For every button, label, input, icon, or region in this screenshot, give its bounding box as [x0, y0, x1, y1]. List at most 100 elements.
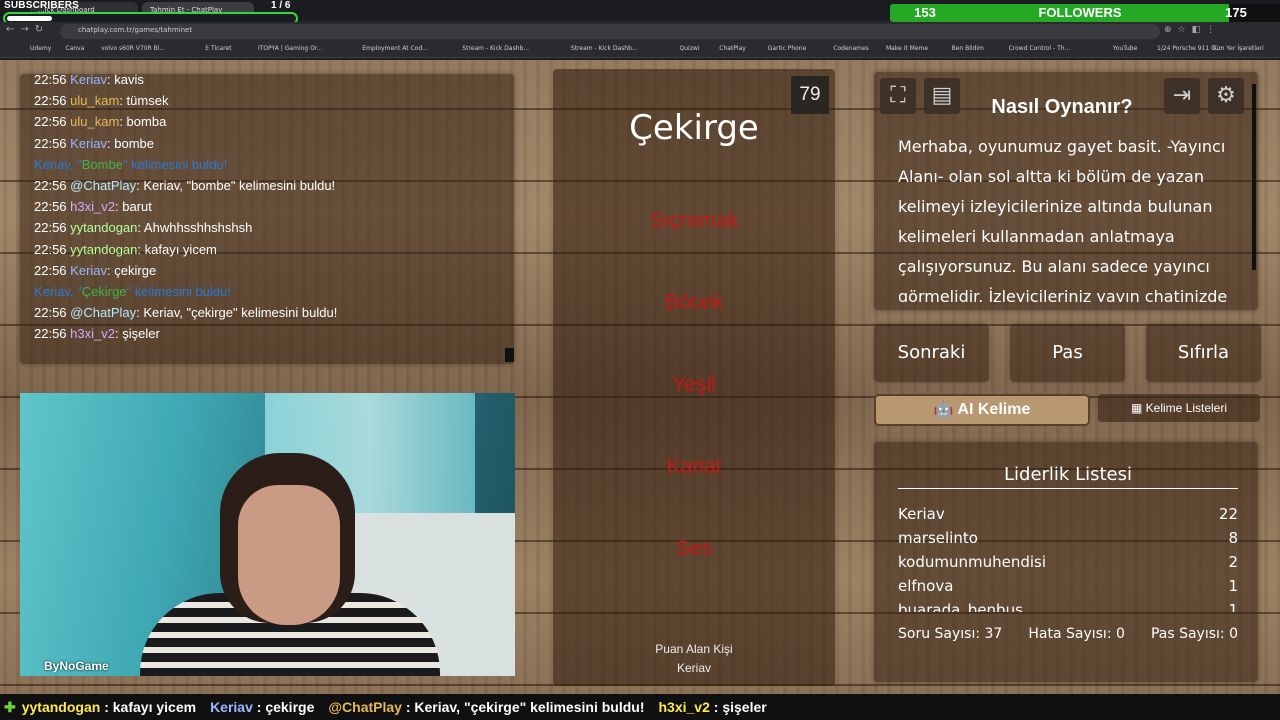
ai-word-label: AI Kelime [957, 401, 1031, 418]
chat-time: 22:56 [34, 199, 67, 215]
bookmark-item[interactable]: Canva [66, 45, 85, 52]
nav-buttons[interactable]: ←→↻ [6, 24, 49, 35]
forward-icon[interactable]: → [20, 24, 34, 35]
chat-line: 22:56 @ChatPlay: Keriav, "çekirge" kelim… [34, 305, 338, 321]
ticker-item: yytandogan : kafayı yicem [21, 699, 197, 715]
how-to-play-text: Merhaba, oyunumuz gayet basit. -Yayıncı … [898, 137, 1228, 302]
bookmark-item[interactable]: Codenames [833, 45, 869, 52]
chat-message: bombe [114, 135, 155, 151]
bynogame-logo: ByNoGame [44, 659, 109, 673]
chat-line: 22:56 yytandogan: Ahwhhsshhshshsh [34, 220, 253, 236]
chat-username[interactable]: Keriav [70, 263, 107, 278]
bookmark-item[interactable]: Gartic Phone [768, 45, 807, 52]
ticker-item: @ChatPlay : Keriav, "çekirge" kelimesini… [328, 699, 645, 715]
chat-line: 22:56 h3xi_v2: şişeler [34, 326, 160, 342]
fullscreen-icon[interactable]: ⛶ [880, 78, 916, 114]
bookmark-item[interactable]: Tüm Yer İşaretleri [1212, 45, 1264, 52]
chat-line: 22:56 Keriav: bombe [34, 135, 155, 151]
ticker-message: şişeler [722, 699, 767, 715]
leaderboard-title: Liderlik Listesi [1004, 464, 1132, 485]
bookmark-item[interactable]: Stream - Kick Dashb... [462, 45, 529, 52]
chat-message: barut [122, 199, 152, 215]
chat-scroll-handle[interactable] [505, 348, 514, 362]
ticker-user: h3xi_v2 [658, 699, 710, 715]
chat-username[interactable]: h3xi_v2 [70, 199, 115, 214]
leaderboard-name: marselinto [898, 529, 978, 547]
leaderboard-name: kodumunmuhendisi [898, 553, 1047, 571]
chat-message: kavis [114, 72, 144, 87]
forbidden-word: Böcek [664, 291, 724, 314]
back-icon[interactable]: ← [6, 24, 20, 35]
zoom-icon: ⊕ [1164, 25, 1178, 35]
bookmark-item[interactable]: Crowd Control - Th... [1009, 45, 1071, 52]
exit-icon[interactable]: ⇥ [1164, 78, 1200, 114]
reset-button[interactable]: Sıfırla [1146, 324, 1261, 382]
document-icon[interactable]: ▤ [924, 78, 960, 114]
bookmark-item[interactable]: volvo s60R V70R Bl... [101, 45, 165, 52]
star-icon: ☆ [1177, 25, 1192, 35]
chat-username[interactable]: Keriav [70, 136, 107, 151]
ticker-user: @ChatPlay [328, 699, 402, 715]
bookmark-item[interactable]: ChatPlay [719, 45, 746, 52]
list-icon: ▦ [1130, 401, 1146, 415]
leaderboard-score: 2 [1228, 553, 1238, 571]
bookmark-item[interactable]: Employment At Cod... [362, 45, 428, 52]
chat-time: 22:56 [34, 114, 67, 130]
ai-word-button[interactable]: 🤖 AI Kelime [874, 394, 1090, 426]
chat-username[interactable]: ulu_kam [70, 93, 119, 108]
settings-gear-icon[interactable]: ⚙ [1208, 78, 1244, 114]
ticker-message: Keriav, "çekirge" kelimesini buldu! [414, 699, 645, 715]
followers-label: FOLLOWERS [1038, 5, 1122, 20]
chat-line: 22:56 ulu_kam: tümsek [34, 93, 169, 109]
chat-time: 22:56 [34, 241, 67, 257]
chat-username[interactable]: yytandogan [70, 220, 137, 235]
chat-username[interactable]: Keriav [70, 72, 107, 87]
chat-username[interactable]: @ChatPlay [70, 305, 136, 320]
chat-message: Keriav, "bombe" kelimesini buldu! [143, 178, 336, 193]
bookmarks-bar [0, 42, 1280, 58]
bookmark-item[interactable]: ITOPYA | Gaming Or... [258, 45, 323, 52]
chat-time: 22:56 [34, 262, 67, 278]
chat-username[interactable]: h3xi_v2 [70, 326, 115, 341]
bookmark-item[interactable]: Quizwi [680, 45, 700, 52]
bookmark-item[interactable]: Stream - Kick Dashb... [571, 45, 638, 52]
pass-count: Pas Sayısı: 0 [1150, 626, 1238, 642]
word-lists-button[interactable]: ▦ Kelime Listeleri [1098, 394, 1260, 422]
target-word: Çekirge [629, 108, 759, 148]
webcam-feed: ByNoGame [20, 393, 515, 676]
bookmark-item[interactable]: Make it Meme [886, 45, 928, 52]
url-text[interactable]: chatplay.com.tr/games/tahminet [78, 26, 192, 34]
ticker-user: Keriav [210, 699, 253, 715]
pass-button[interactable]: Pas [1010, 324, 1125, 382]
how-to-play-title: Nasıl Oynanır? [991, 96, 1133, 118]
extensions-icon: ◧ [1191, 25, 1207, 35]
chat-line: Keriav, "Bombe" kelimesini buldu! [34, 157, 227, 172]
leaderboard-name: elfnova [898, 577, 954, 595]
bookmark-item[interactable]: Udemy [30, 45, 51, 52]
chat-username[interactable]: @ChatPlay [70, 178, 136, 193]
reload-icon[interactable]: ↻ [35, 24, 49, 35]
chat-username[interactable]: yytandogan [70, 242, 137, 257]
chat-username[interactable]: ulu_kam [70, 114, 119, 129]
leaderboard-list: Keriav 22 marselinto 8 kodumunmuhendisi 2 elfn… [898, 502, 1238, 612]
system-text: " kelimesini buldu! [122, 156, 228, 172]
bookmark-item[interactable]: Ben Bildim [952, 45, 984, 52]
bookmark-item[interactable]: YouTube [1113, 45, 1137, 52]
leaderboard-score: 1 [1228, 601, 1238, 612]
chat-line: 22:56 Keriav: çekirge [34, 262, 157, 278]
chat-time: 22:56 [34, 305, 67, 321]
how-to-play-scrollbar[interactable] [1252, 84, 1256, 270]
leaderboard-score: 1 [1228, 577, 1238, 595]
ticker-item: h3xi_v2 : şişeler [658, 699, 767, 715]
chat-message: kafayı yicem [144, 241, 217, 257]
subscribers-progress-fill [7, 16, 52, 21]
chat-time: 22:56 [34, 220, 67, 236]
url-bar[interactable] [60, 24, 1160, 39]
chat-message: tümsek [126, 93, 169, 109]
next-button[interactable]: Sonraki [874, 324, 989, 382]
chat-line: 22:56 Keriav: kavis [34, 72, 144, 87]
browser-toolbar-icons[interactable]: ⊕☆◧⋮ [1164, 25, 1221, 35]
bookmark-item[interactable]: E Ticaret [205, 45, 231, 52]
robot-icon: 🤖 [933, 401, 958, 418]
leaderboard-score: 22 [1218, 505, 1238, 523]
